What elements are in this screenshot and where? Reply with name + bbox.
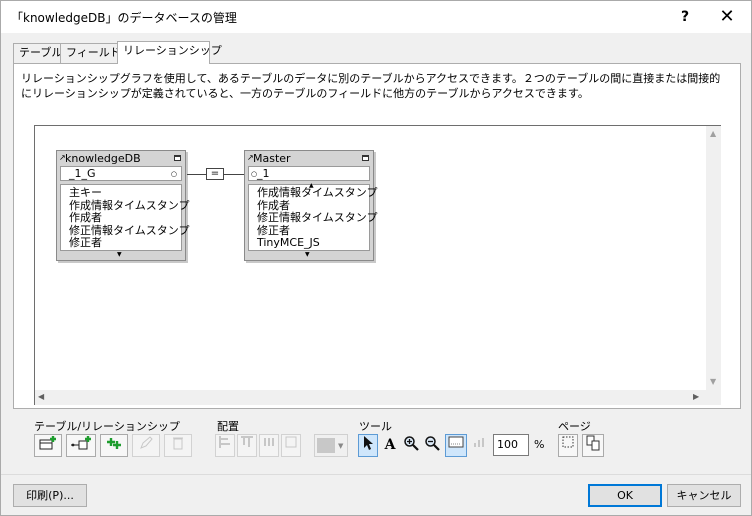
scroll-right-arrow-icon[interactable]: ▶	[693, 392, 699, 402]
key-connector-icon: ○	[170, 170, 177, 178]
group-label-page: ページ	[558, 420, 591, 433]
ok-button[interactable]: OK	[588, 484, 662, 507]
page-breaks-icon	[562, 436, 574, 448]
delete-button[interactable]	[164, 434, 192, 457]
table-occurrence-master[interactable]: ↗ Master ○ _1 ▲ 作成情報タイムスタンプ 作成者 修正情報タイムス…	[244, 150, 378, 261]
distribute-horizontal-icon	[264, 438, 274, 446]
key-field-label: _1	[257, 167, 270, 180]
scroll-up-arrow-icon[interactable]: ▲	[710, 129, 716, 139]
zoom-in-button[interactable]	[401, 434, 421, 457]
table-footer: ▼	[245, 251, 373, 260]
resize-button[interactable]	[281, 434, 301, 457]
cancel-button[interactable]: キャンセル	[667, 484, 741, 507]
align-top-icon	[241, 436, 253, 447]
scroll-down-arrow-icon[interactable]: ▼	[710, 377, 716, 387]
color-swatch	[317, 438, 335, 453]
bar-chart-icon	[474, 438, 484, 447]
group-label-arrange: 配置	[217, 420, 239, 433]
table-occurrence-knowledgedb[interactable]: ↗ knowledgeDB _1_G ○ 主キー 作成情報タイムスタンプ 作成者…	[56, 150, 189, 261]
key-field[interactable]: ○ _1	[248, 166, 370, 181]
table-footer: ▼	[57, 251, 185, 260]
collapse-icon[interactable]	[174, 155, 181, 161]
field-item: 作成者	[69, 211, 102, 224]
edit-button[interactable]	[132, 434, 160, 457]
add-table-icon	[39, 436, 56, 450]
table-name: Master	[253, 152, 291, 165]
tab-fields[interactable]: フィールド	[60, 43, 121, 63]
zoom-out-icon	[425, 436, 440, 451]
field-item: 修正者	[69, 236, 102, 249]
field-list[interactable]: 主キー 作成情報タイムスタンプ 作成者 修正情報タイムスタンプ 修正者	[60, 184, 189, 251]
select-tool-button[interactable]	[358, 434, 378, 457]
relationship-line-right	[224, 174, 244, 175]
page-setup-icon	[586, 435, 600, 451]
tab-tables[interactable]: テーブル	[13, 43, 62, 63]
align-left-button[interactable]	[215, 434, 235, 457]
page-breaks-button[interactable]	[558, 434, 578, 457]
key-field[interactable]: _1_G ○	[60, 166, 182, 181]
text-tool-icon: A	[384, 437, 396, 453]
scroll-left-arrow-icon[interactable]: ◀	[38, 392, 44, 402]
print-button[interactable]: 印刷(P)...	[13, 484, 87, 507]
fit-window-icon	[448, 436, 464, 448]
relationship-line-left	[187, 174, 207, 175]
resize-icon	[285, 436, 297, 448]
relationships-description: リレーションシップグラフを使用して、あるテーブルのデータに別のテーブルからアクセ…	[21, 72, 721, 100]
align-top-button[interactable]	[237, 434, 257, 457]
title-bar: 「knowledgeDB」のデータベースの管理 ? ✕	[1, 1, 751, 33]
group-label-tables: テーブル/リレーションシップ	[34, 420, 180, 433]
close-button[interactable]: ✕	[707, 5, 747, 29]
scroll-down-icon[interactable]: ▼	[117, 251, 122, 258]
field-item: TinyMCE_JS	[257, 236, 320, 249]
manage-database-dialog: 「knowledgeDB」のデータベースの管理 ? ✕ テーブル フィールド リ…	[0, 0, 752, 516]
color-picker[interactable]: ▼	[314, 434, 348, 457]
add-relationship-icon	[71, 436, 91, 450]
duplicate-icon	[107, 438, 121, 449]
pencil-icon	[140, 436, 153, 449]
add-table-button[interactable]	[34, 434, 62, 457]
fit-window-button[interactable]	[445, 434, 467, 457]
align-left-icon	[219, 436, 230, 448]
bar-chart-button[interactable]	[470, 434, 490, 457]
collapse-icon[interactable]	[362, 155, 369, 161]
field-item: 修正情報タイムスタンプ	[257, 211, 378, 224]
duplicate-button[interactable]	[100, 434, 128, 457]
table-header[interactable]: ↗ knowledgeDB	[57, 151, 185, 166]
horizontal-scrollbar[interactable]: ◀ ▶	[35, 390, 706, 405]
relationship-graph[interactable]: ↗ knowledgeDB _1_G ○ 主キー 作成情報タイムスタンプ 作成者…	[34, 125, 721, 405]
scroll-corner	[706, 390, 721, 405]
table-name: knowledgeDB	[65, 152, 141, 165]
chevron-down-icon: ▼	[338, 442, 344, 450]
scroll-up-icon[interactable]: ▲	[309, 183, 314, 189]
window-title: 「knowledgeDB」のデータベースの管理	[11, 11, 237, 25]
add-relationship-button[interactable]	[66, 434, 96, 457]
help-button[interactable]: ?	[665, 5, 705, 29]
text-tool-button[interactable]: A	[380, 434, 400, 457]
arrow-cursor-icon	[364, 436, 373, 450]
field-item: 主キー	[69, 186, 102, 199]
group-label-tools: ツール	[359, 420, 392, 433]
tab-relationships[interactable]: リレーションシップ	[117, 41, 222, 64]
key-field-label: _1_G	[69, 167, 96, 180]
zoom-level-input[interactable]: 100	[493, 434, 529, 456]
table-header[interactable]: ↗ Master	[245, 151, 373, 166]
vertical-scrollbar[interactable]: ▲ ▼	[706, 126, 721, 390]
scroll-down-icon[interactable]: ▼	[305, 251, 310, 258]
zoom-unit-label: %	[534, 438, 545, 451]
relationship-operator[interactable]: =	[206, 168, 224, 180]
field-list[interactable]: ▲ 作成情報タイムスタンプ 作成者 修正情報タイムスタンプ 修正者 TinyMC…	[248, 183, 378, 251]
zoom-out-button[interactable]	[422, 434, 442, 457]
distribute-horizontal-button[interactable]	[259, 434, 279, 457]
zoom-in-icon	[404, 436, 419, 451]
footer-separator	[1, 474, 751, 475]
page-setup-button[interactable]	[582, 434, 604, 457]
trash-icon	[173, 437, 183, 450]
